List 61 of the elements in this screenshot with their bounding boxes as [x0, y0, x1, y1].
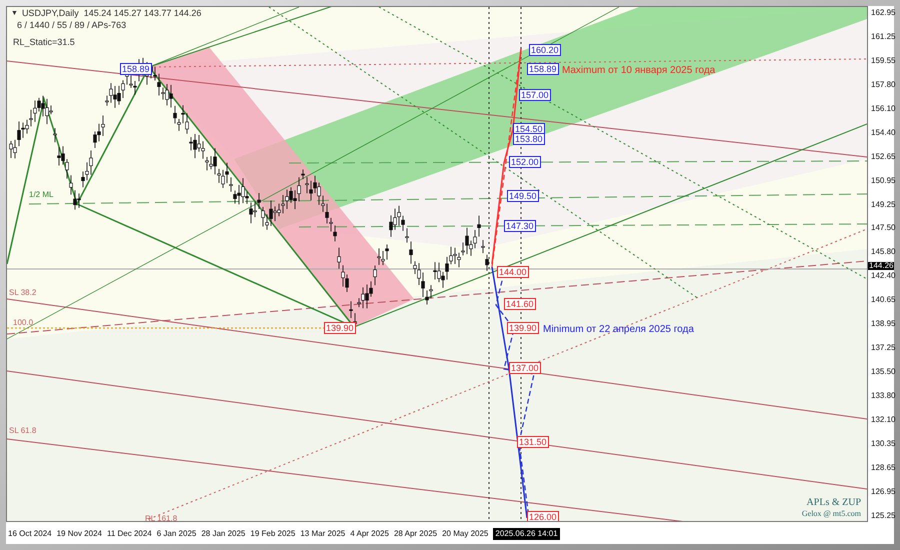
price-tick-label: 140.65	[871, 295, 894, 304]
date-tick-label: 19 Feb 2025	[250, 529, 296, 539]
date-tick-label: 20 May 2025	[442, 529, 488, 539]
price-level-label: 153.80	[513, 133, 545, 145]
price-level-label: 158.89	[527, 63, 559, 75]
price-tick-label: 135.50	[871, 367, 894, 376]
price-level-label: 160.20	[529, 44, 561, 56]
chart-annotation: Minimum от 22 апреля 2025 года	[543, 323, 694, 337]
price-level-label: 137.00	[509, 362, 541, 374]
price-tick-label: 156.10	[871, 104, 894, 113]
price-tick-label: 130.35	[871, 438, 894, 448]
price-level-label: 158.89	[120, 63, 152, 75]
price-tick-label: 128.65	[871, 462, 894, 472]
indicator-params: 6 / 1440 / 55 / 89 / APs-763	[17, 19, 126, 32]
price-tick-label: 157.80	[871, 80, 894, 89]
price-tick-label: 133.80	[871, 391, 894, 400]
price-tick-label: 145.80	[871, 247, 894, 256]
level-tag: 100.0	[13, 317, 34, 329]
price-tick-label: 152.65	[871, 152, 894, 161]
price-tick-label: 150.95	[871, 176, 894, 185]
price-tick-label: 125.25	[871, 510, 894, 520]
date-tick-label: 4 Apr 2025	[350, 529, 389, 539]
date-tick-label: 13 Mar 2025	[300, 529, 346, 539]
level-tag: SL 61.8	[9, 425, 36, 437]
cursor-time-label[interactable]: 2025.06.26 14:01	[493, 528, 560, 540]
price-tick-label: 154.40	[871, 128, 894, 137]
price-tick-label: 159.55	[871, 56, 894, 65]
symbol-quote: USDJPY,Daily 145.24 145.27 143.77 144.26	[22, 7, 202, 20]
price-tick-label: 126.95	[871, 486, 894, 496]
price-tick-label: 137.25	[871, 343, 894, 352]
price-tick-label: 138.95	[871, 319, 894, 328]
level-tag: 1/2 ML	[29, 189, 54, 201]
date-tick-label: 11 Dec 2024	[106, 529, 152, 539]
price-tick-label: 149.25	[871, 200, 894, 208]
level-tag: RL 161.8	[145, 513, 178, 521]
price-level-label: 139.90	[324, 322, 356, 334]
price-level-label: 139.90	[507, 322, 539, 334]
price-tick-label: 132.10	[871, 414, 894, 424]
credit-title: APLs & ZUP	[806, 497, 861, 509]
date-tick-label: 6 Jan 2025	[156, 529, 196, 539]
price-tick-label: 162.95	[871, 8, 894, 17]
price-level-label: 126.00	[527, 511, 559, 521]
price-level-label: 144.00	[497, 266, 529, 278]
price-level-label: 152.00	[509, 156, 541, 168]
price-tick-label: 161.25	[871, 32, 894, 41]
date-tick-label: 19 Nov 2024	[56, 529, 102, 539]
chart-annotation: Maximum от 10 января 2025 года	[562, 64, 716, 78]
price-level-label: 147.30	[504, 220, 536, 232]
price-level-label: 157.00	[519, 89, 551, 101]
price-level-label: 131.50	[517, 436, 549, 448]
date-tick-label: 28 Apr 2025	[394, 529, 438, 539]
date-tick-label: 16 Oct 2024	[8, 529, 52, 539]
date-tick-label: 28 Jan 2025	[201, 529, 246, 539]
indicator-readout: RL_Static=31.5	[13, 36, 75, 49]
price-level-label: 149.50	[507, 190, 539, 202]
price-tick-label: 142.40	[871, 271, 894, 280]
level-tag: SL 38.2	[9, 287, 36, 299]
current-price-label[interactable]: 144.26	[868, 262, 894, 270]
price-tick-label: 147.50	[871, 223, 894, 232]
credit-subtitle: Gelox @ mt5.com	[802, 509, 861, 519]
price-level-label: 141.60	[504, 298, 536, 310]
